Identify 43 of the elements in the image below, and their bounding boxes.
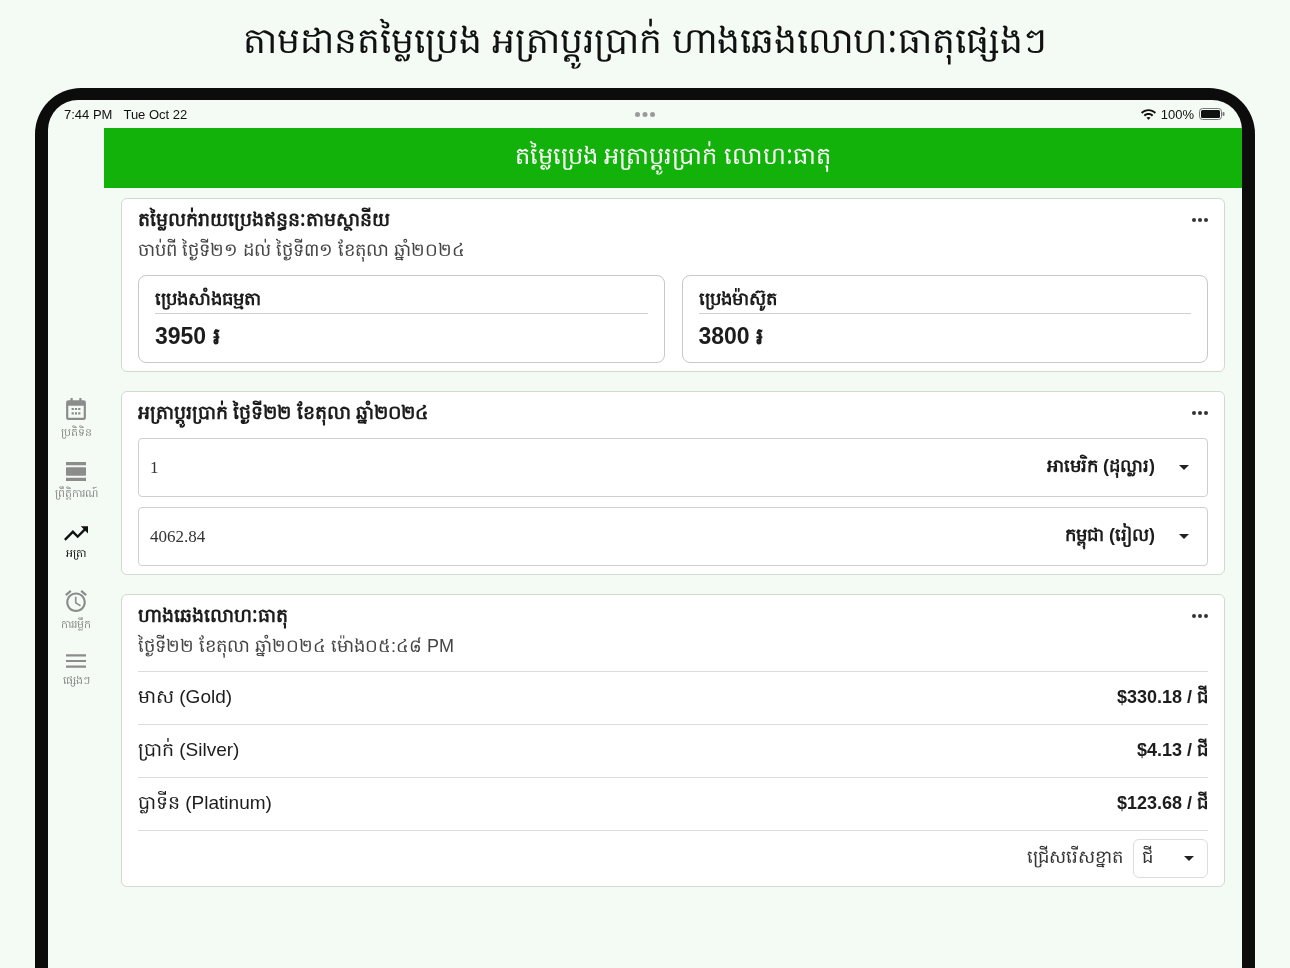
caret-icon: [1179, 465, 1189, 470]
multitasking-dots-icon[interactable]: [634, 111, 655, 117]
alarm-clock-icon: [65, 590, 87, 612]
menu-icon: [66, 654, 86, 668]
fuel-price-value: 3800 ៛: [698, 323, 764, 349]
calendar-icon: [66, 398, 86, 420]
caret-icon: [1184, 856, 1194, 861]
metal-name: មាស (Gold): [138, 685, 233, 709]
wifi-icon: [1140, 108, 1156, 120]
more-icon[interactable]: [1192, 411, 1208, 415]
metal-price: $123.68 / ជី: [1116, 790, 1208, 815]
unit-dropdown[interactable]: ជី: [1133, 839, 1208, 878]
card-subtitle: ថ្ងៃទី២២ ខែតុលា ឆ្នាំ២០២៤ ម៉ោង០៥:៤៨ PM: [138, 633, 455, 660]
fuel-type-label: ប្រេងម៉ាស៊ូត: [698, 289, 777, 309]
trending-up-icon: [64, 526, 88, 541]
metal-price: $330.18 / ជី: [1116, 684, 1208, 709]
currency-dropdown[interactable]: អាមេរិក (ដុល្លារ): [1047, 454, 1189, 481]
fuel-price-value: 3950 ៛: [155, 323, 220, 349]
status-time: 7:44 PM: [64, 106, 113, 122]
battery-icon: [1199, 108, 1225, 120]
converter-field[interactable]: 1 អាមេរិក (ដុល្លារ): [138, 438, 1208, 497]
stacked-cards-icon: [66, 462, 86, 481]
converter-field[interactable]: 4062.84 កម្ពុជា (រៀល): [138, 507, 1208, 566]
amount-input[interactable]: 4062.84: [150, 521, 1065, 552]
more-icon[interactable]: [1192, 218, 1208, 222]
card-title: អត្រាប្តូរប្រាក់ ថ្ងៃទី២២ ខែតុលា ឆ្នាំ២០២៤: [138, 398, 428, 428]
caret-icon: [1179, 534, 1189, 539]
header-title: តម្លៃប្រេង អត្រាប្តូរប្រាក់ លោហៈធាតុ: [514, 140, 832, 176]
card-title: ហាងឆេងលោហៈធាតុ: [138, 601, 288, 631]
unit-label: ជ្រើសរើសខ្នាត: [1027, 845, 1123, 870]
sidebar-item[interactable]: អត្រា: [64, 526, 88, 590]
battery-percent: 100%: [1160, 106, 1194, 122]
metal-name: ប្រាក់ (Silver): [138, 737, 240, 763]
currency-dropdown[interactable]: កម្ពុជា (រៀល): [1065, 523, 1189, 550]
amount-input[interactable]: 1: [150, 452, 1047, 483]
card-subtitle: ចាប់ពី ថ្ងៃទី២១ ដល់ ថ្ងៃទី៣១ ខែតុលា ឆ្នាំ២០២៤: [138, 237, 466, 264]
metal-name: ប្លាទីន (Platinum): [138, 790, 272, 816]
status-date: Tue Oct 22: [123, 106, 188, 122]
fuel-type-label: ប្រេងសាំងធម្មតា: [155, 289, 261, 309]
metal-price: $4.13 / ជី: [1136, 737, 1208, 762]
page-title: តាមដានតម្លៃប្រេង អត្រាប្តូរប្រាក់ ហាងឆេងលោហៈធាតុផ្សេងៗ: [243, 17, 1047, 71]
card-title: តម្លៃលក់រាយប្រេងឥន្ធនៈតាមស្ថានីយ: [138, 206, 390, 233]
more-icon[interactable]: [1192, 614, 1208, 618]
